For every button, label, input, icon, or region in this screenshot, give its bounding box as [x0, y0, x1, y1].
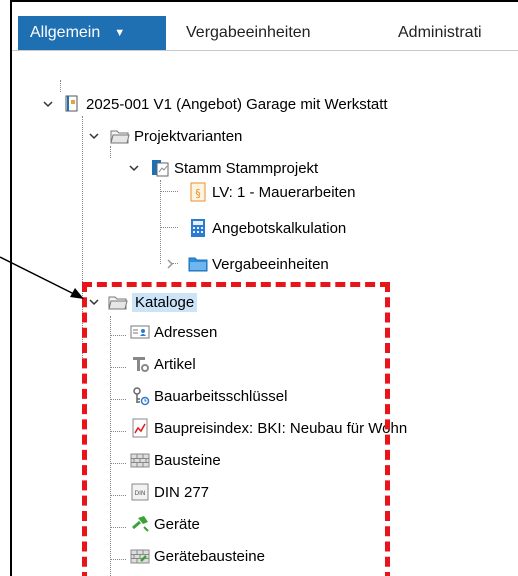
tree-node-project[interactable]: 2025-001 V1 (Angebot) Garage mit Werksta…	[62, 92, 388, 116]
tree-node-label: Vergabeeinheiten	[212, 255, 329, 273]
application-window: Allgemein ▼ Vergabeeinheiten Administrat…	[10, 0, 518, 576]
svg-text:DIN: DIN	[135, 490, 146, 497]
tree-node-kataloge[interactable]: Kataloge	[108, 290, 198, 314]
tree-node-din277[interactable]: DIN DIN 277	[130, 480, 209, 504]
tree-connector	[110, 399, 126, 400]
tree-node-label: Artikel	[154, 355, 196, 373]
tree-node-projektvarianten[interactable]: Projektvarianten	[110, 124, 242, 148]
project-tree: 2025-001 V1 (Angebot) Garage mit Werksta…	[12, 68, 518, 576]
price-index-icon	[130, 418, 150, 438]
chevron-down-icon[interactable]	[88, 130, 100, 142]
dropdown-caret-icon[interactable]: ▼	[114, 27, 125, 39]
tree-connector	[60, 80, 61, 92]
tab-allgemein[interactable]: Allgemein ▼	[18, 16, 166, 50]
tree-node-geraetebausteine[interactable]: Gerätebausteine	[130, 544, 265, 568]
calculator-icon	[188, 218, 208, 238]
tree-connector	[110, 463, 126, 464]
project-variant-icon	[150, 158, 170, 178]
tree-node-bauarbeitsschluessel[interactable]: Bauarbeitsschlüssel	[130, 384, 287, 408]
tree-connector	[110, 495, 126, 496]
tree-node-label: DIN 277	[154, 483, 210, 501]
tree-node-bausteine[interactable]: Bausteine	[130, 448, 221, 472]
key-icon	[130, 386, 150, 406]
tree-connector	[160, 191, 178, 192]
folder-icon	[188, 254, 208, 274]
tree-node-adressen[interactable]: Adressen	[130, 320, 217, 344]
folder-open-icon	[108, 292, 128, 312]
tab-vergabeeinheiten[interactable]: Vergabeeinheiten	[186, 16, 311, 50]
address-card-icon	[130, 322, 150, 342]
tree-connector	[110, 316, 111, 576]
tab-administration[interactable]: Administrati	[398, 16, 482, 50]
tab-label: Allgemein	[30, 24, 101, 41]
project-document-icon	[62, 94, 82, 114]
tab-label: Vergabeeinheiten	[186, 24, 311, 41]
tree-node-label: Baupreisindex: BKI: Neubau für Wohn	[154, 419, 408, 437]
device-brick-icon	[130, 546, 150, 566]
faucet-icon	[130, 354, 150, 374]
tree-connector	[110, 527, 126, 528]
tree-node-label: Stamm Stammprojekt	[174, 159, 319, 177]
tree-node-label: Bausteine	[154, 451, 221, 469]
tree-node-label-selected: Kataloge	[132, 292, 198, 312]
tree-node-stamm[interactable]: Stamm Stammprojekt	[150, 156, 318, 180]
tree-connector	[110, 559, 126, 560]
din-icon: DIN	[130, 482, 150, 502]
chevron-down-icon[interactable]	[42, 98, 54, 110]
folder-icon	[110, 126, 130, 146]
chevron-down-icon[interactable]	[128, 162, 140, 174]
tree-connector	[110, 335, 126, 336]
tree-node-label: Adressen	[154, 323, 218, 341]
chevron-right-icon[interactable]	[164, 258, 176, 270]
chevron-down-icon[interactable]	[88, 296, 100, 308]
tree-node-artikel[interactable]: Artikel	[130, 352, 196, 376]
hammer-icon	[130, 514, 150, 534]
svg-text:§: §	[195, 187, 201, 200]
lv-document-icon: §	[188, 182, 208, 202]
tree-node-label: LV: 1 - Mauerarbeiten	[212, 183, 356, 201]
tab-bar: Allgemein ▼ Vergabeeinheiten Administrat…	[12, 2, 518, 51]
tab-label: Administrati	[398, 24, 482, 41]
tree-connector	[160, 180, 161, 264]
tree-node-geraete[interactable]: Geräte	[130, 512, 200, 536]
tree-connector	[82, 116, 83, 358]
tree-node-label: Bauarbeitsschlüssel	[154, 387, 288, 405]
tree-node-label: Gerätebausteine	[154, 547, 265, 565]
tree-connector	[110, 431, 126, 432]
tree-node-label: Angebotskalkulation	[212, 219, 347, 237]
brick-icon	[130, 450, 150, 470]
tree-connector	[160, 227, 178, 228]
tree-node-angebotskalkulation[interactable]: Angebotskalkulation	[188, 216, 346, 240]
tree-node-lv[interactable]: § LV: 1 - Mauerarbeiten	[188, 180, 355, 204]
tree-connector	[110, 367, 126, 368]
tree-node-label: Geräte	[154, 515, 200, 533]
tree-node-label: Projektvarianten	[134, 127, 243, 145]
tree-node-vergabeeinheiten[interactable]: Vergabeeinheiten	[188, 252, 329, 276]
tree-node-label: 2025-001 V1 (Angebot) Garage mit Werksta…	[86, 95, 388, 113]
tree-node-baupreisindex[interactable]: Baupreisindex: BKI: Neubau für Wohn	[130, 416, 407, 440]
